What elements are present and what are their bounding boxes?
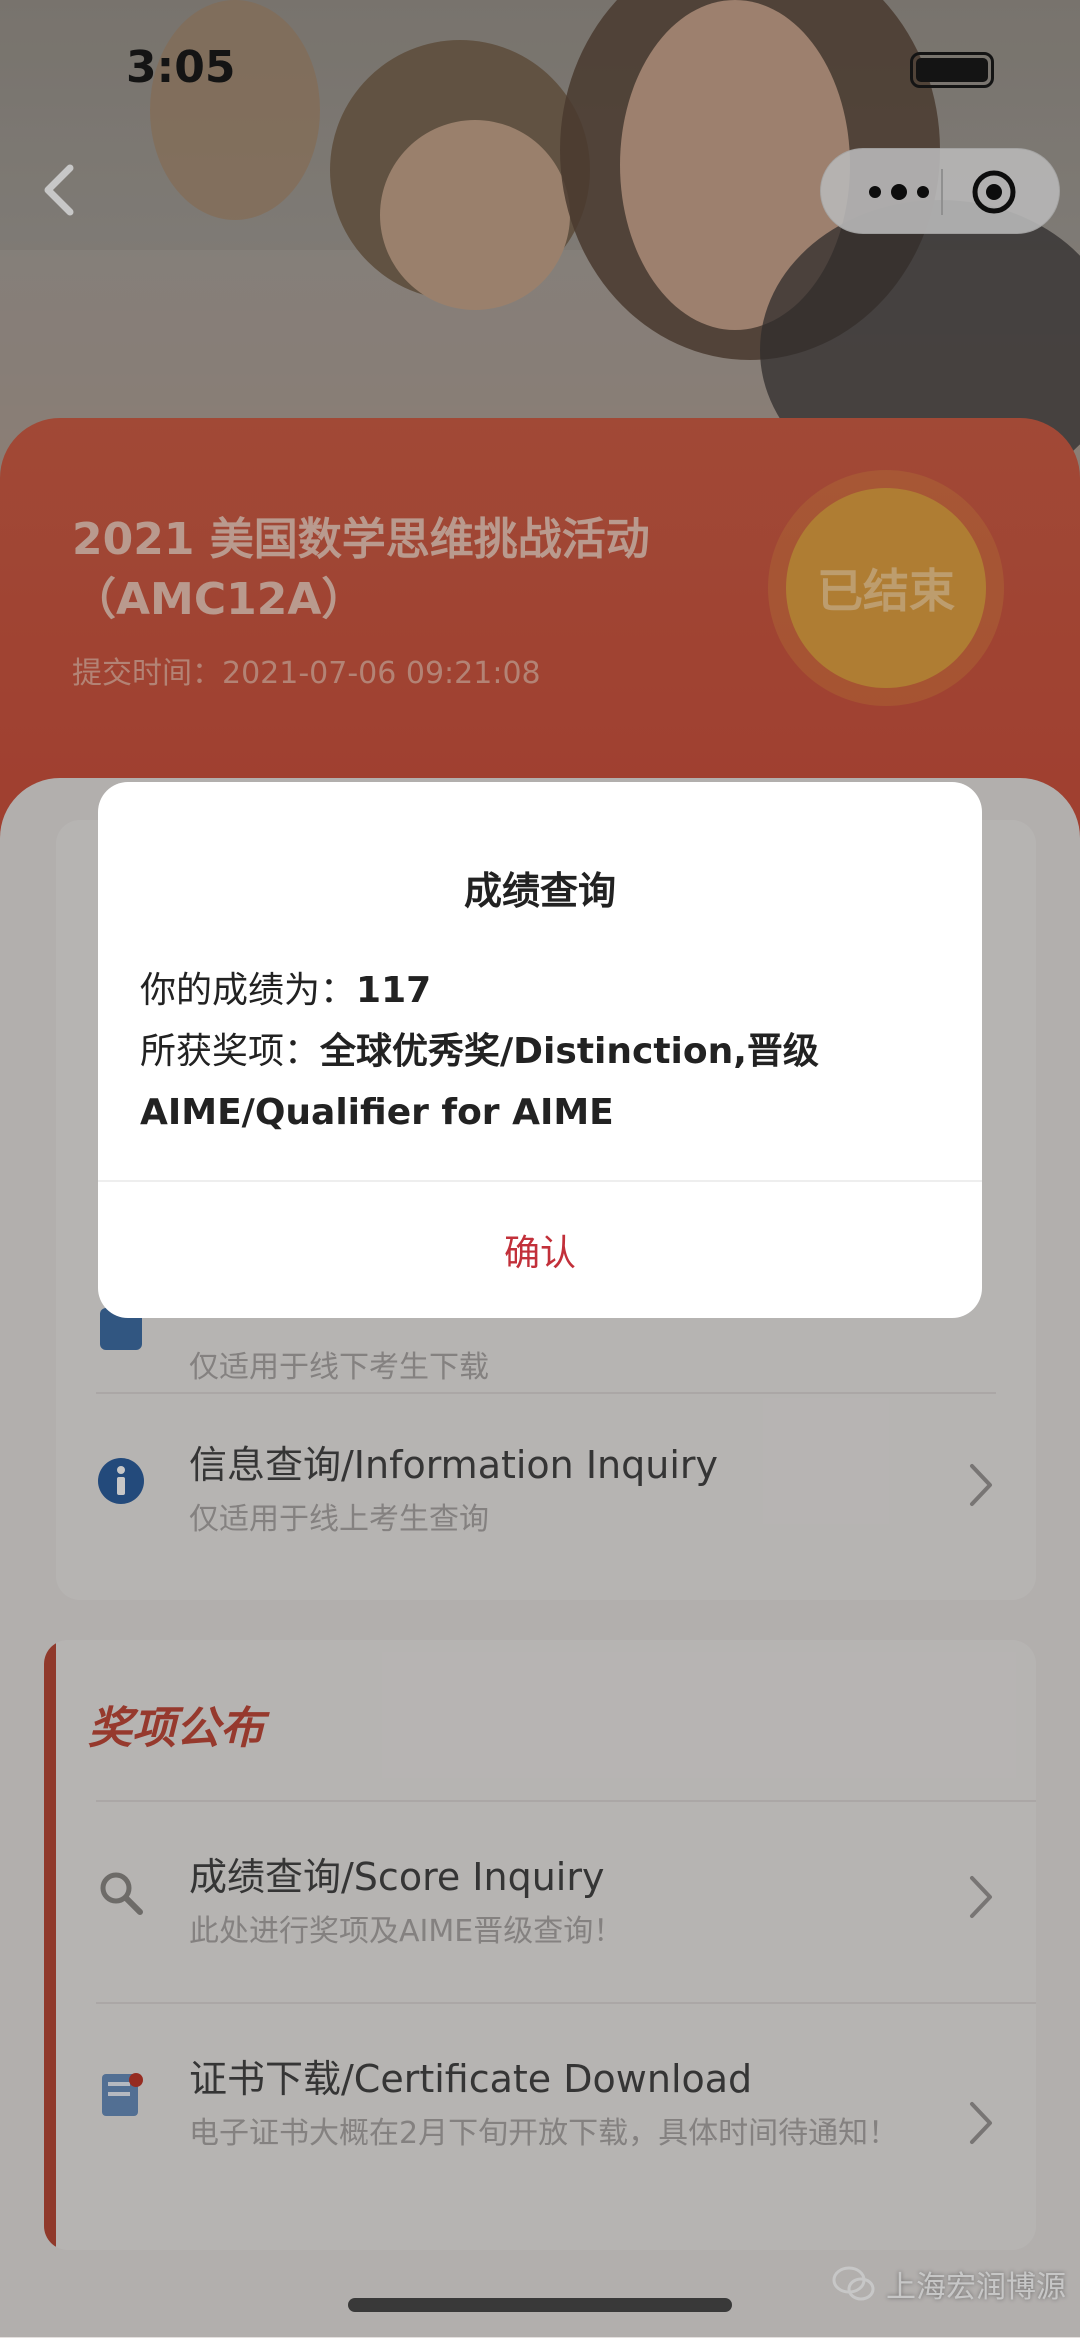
- score-label: 你的成绩为：: [140, 970, 357, 1011]
- dialog-title: 成绩查询: [463, 869, 616, 913]
- dialog-body: 你的成绩为：117 所获奖项：全球优秀奖/Distinction,晋级AIME/…: [140, 960, 940, 1143]
- confirm-button[interactable]: 确认: [98, 1181, 982, 1318]
- score-result-dialog: 成绩查询 你的成绩为：117 所获奖项：全球优秀奖/Distinction,晋级…: [98, 782, 982, 1318]
- award-label: 所获奖项：: [140, 1031, 321, 1072]
- award-line: 所获奖项：全球优秀奖/Distinction,晋级AIME/Qualifier …: [140, 1021, 940, 1143]
- score-line: 你的成绩为：117: [140, 960, 940, 1021]
- score-value: 117: [356, 970, 432, 1011]
